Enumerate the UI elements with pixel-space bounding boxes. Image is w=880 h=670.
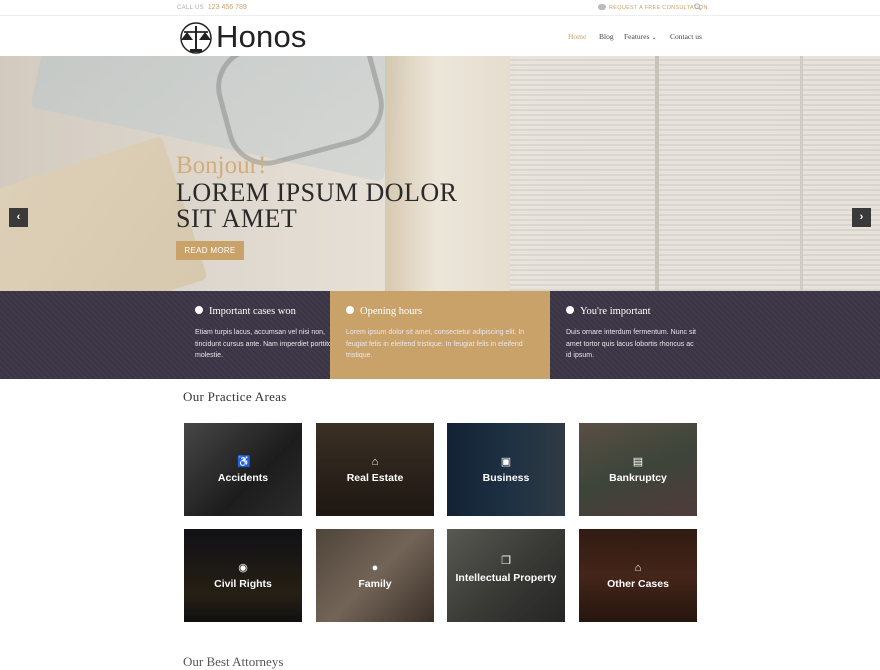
info-title-text: Opening hours xyxy=(360,306,423,317)
top-bar: CALL US 123 456 789 REQUEST A FREE CONSU… xyxy=(0,0,880,16)
practice-tile-bankruptcy[interactable]: ▤ Bankruptcy xyxy=(579,423,697,516)
tile-shade xyxy=(447,423,565,516)
search-icon[interactable] xyxy=(694,3,702,11)
nav-features[interactable]: Features ⌄ xyxy=(624,32,656,41)
info-text: Lorem ipsum dolor sit amet, consectetur … xyxy=(346,329,525,359)
tile-label: Bankruptcy xyxy=(609,472,667,484)
tile-label: Other Cases xyxy=(607,578,669,590)
bank-icon: ⌂ xyxy=(634,562,642,574)
tile-shade xyxy=(316,423,434,516)
practice-tile-civil-rights[interactable]: ◉ Civil Rights xyxy=(184,529,302,622)
tile-label: Civil Rights xyxy=(214,578,272,590)
info-box-cases: Important cases won Etiam turpis lacus, … xyxy=(0,291,334,379)
chevron-down-icon: ⌄ xyxy=(651,35,657,41)
info-box-hours: Opening hours Lorem ipsum dolor sit amet… xyxy=(330,291,550,379)
nav-contact[interactable]: Contact us xyxy=(670,32,702,41)
consultation-link[interactable]: REQUEST A FREE CONSULTATION xyxy=(598,4,708,11)
read-more-button[interactable]: READ MORE xyxy=(176,241,244,260)
nav-features-label: Features xyxy=(624,32,650,41)
chevron-left-icon[interactable]: ‹ xyxy=(9,208,28,227)
tile-shade xyxy=(184,529,302,622)
chat-icon xyxy=(598,4,606,10)
hero-headline: LOREM IPSUM DOLOR SIT AMET xyxy=(176,178,458,233)
clock-icon xyxy=(346,306,354,314)
tile-label: Intellectual Property xyxy=(455,572,557,584)
users-icon: ● xyxy=(371,562,379,574)
tile-shade xyxy=(579,423,697,516)
globe-icon xyxy=(195,306,203,314)
info-title-text: You're important xyxy=(580,306,651,317)
nav-home[interactable]: Home xyxy=(568,32,586,41)
chevron-right-icon[interactable]: › xyxy=(852,208,871,227)
practice-tile-business[interactable]: ▣ Business xyxy=(447,423,565,516)
call-label: CALL US xyxy=(177,5,204,11)
nav-blog[interactable]: Blog xyxy=(599,32,614,41)
practice-tile-accidents[interactable]: ♿ Accidents xyxy=(184,423,302,516)
tile-shade xyxy=(316,529,434,622)
info-title: You're important xyxy=(566,306,651,317)
home-icon: ⌂ xyxy=(371,456,379,468)
info-text: Etiam turpis lacus, accumsan vel nisi no… xyxy=(195,329,335,359)
practice-tile-real-estate[interactable]: ⌂ Real Estate xyxy=(316,423,434,516)
practice-tile-intellectual-property[interactable]: ❐ Intellectual Property xyxy=(447,529,565,622)
practice-tile-family[interactable]: ● Family xyxy=(316,529,434,622)
info-title-text: Important cases won xyxy=(209,306,296,317)
globe-icon: ◉ xyxy=(238,562,248,574)
hero-overlay xyxy=(0,56,880,291)
logo-text[interactable]: Honos xyxy=(216,19,307,55)
tile-label: Family xyxy=(358,578,392,590)
hero-greeting: Bonjour! xyxy=(176,152,267,179)
info-text: Duis ornare interdum fermentum. Nunc sit… xyxy=(566,329,696,359)
tile-label: Real Estate xyxy=(346,472,404,484)
credit-card-icon: ▤ xyxy=(632,456,644,468)
info-box-important: You're important Duis ornare interdum fe… xyxy=(550,291,880,379)
practice-tile-other-cases[interactable]: ⌂ Other Cases xyxy=(579,529,697,622)
wheelchair-icon: ♿ xyxy=(237,456,251,468)
tile-label: Accidents xyxy=(217,472,269,484)
phone-number[interactable]: 123 456 789 xyxy=(208,4,247,11)
call-us: CALL US 123 456 789 xyxy=(177,4,247,11)
info-title: Opening hours xyxy=(346,306,422,317)
tile-shade xyxy=(579,529,697,622)
next-section-title: Our Best Attorneys xyxy=(183,654,284,669)
practice-areas-title: Our Practice Areas xyxy=(183,389,287,404)
hero-slider: Bonjour! LOREM IPSUM DOLOR SIT AMET READ… xyxy=(0,56,880,291)
scales-of-justice-icon[interactable] xyxy=(178,21,214,54)
info-title: Important cases won xyxy=(195,306,296,317)
user-icon xyxy=(566,306,574,314)
tile-shade xyxy=(184,423,302,516)
header: Honos Home Blog Features ⌄ Contact us xyxy=(0,17,880,56)
consultation-label: REQUEST A FREE CONSULTATION xyxy=(609,5,708,11)
tile-label: Business xyxy=(482,472,530,484)
info-box-cases-inner: Important cases won Etiam turpis lacus, … xyxy=(180,291,334,379)
copy-icon: ❐ xyxy=(501,555,511,567)
money-icon: ▣ xyxy=(500,456,512,468)
